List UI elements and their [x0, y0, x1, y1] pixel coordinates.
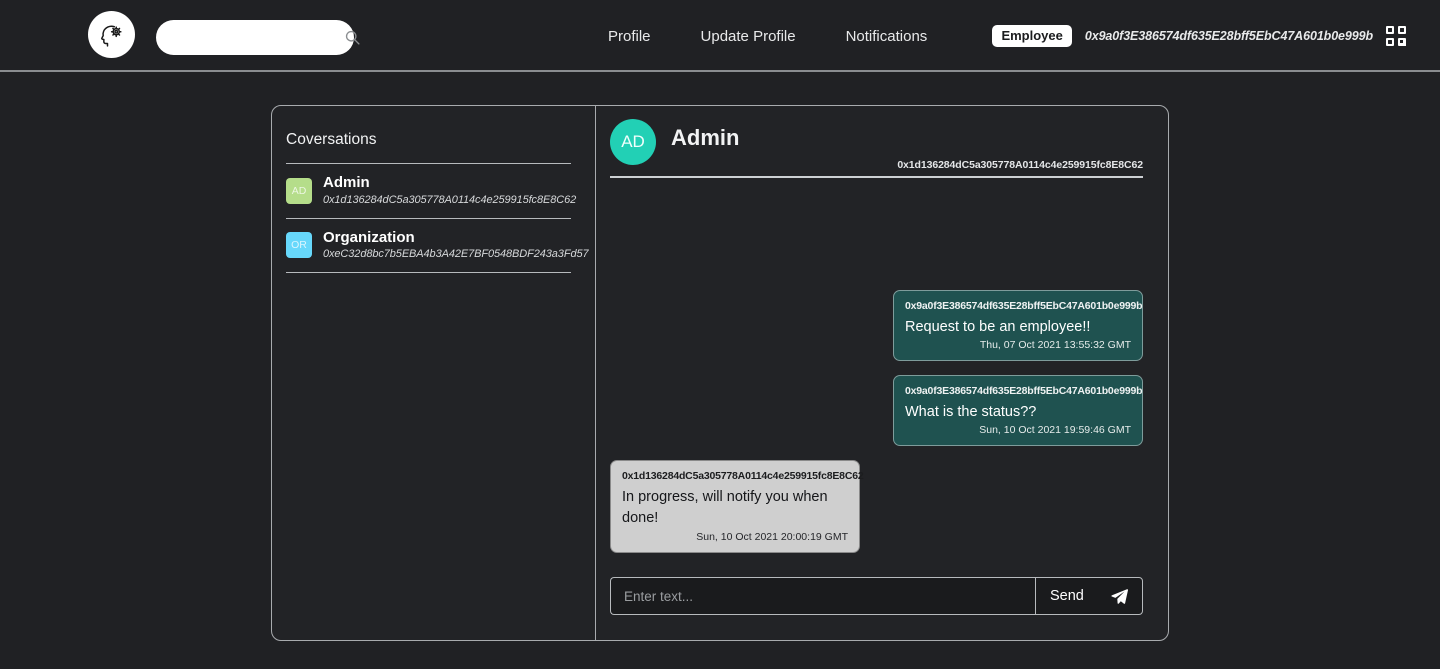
app-header: Profile Update Profile Notifications Emp…	[0, 0, 1440, 72]
message-input[interactable]	[610, 577, 1035, 615]
conversations-list: AD Admin 0x1d136284dC5a305778A0114c4e259…	[286, 163, 589, 274]
message-text: In progress, will notify you when done!	[622, 488, 828, 527]
wallet-address: 0x9a0f3E386574df635E28bff5EbC47A601b0e99…	[1084, 29, 1373, 43]
conversation-address: 0xeC32d8bc7b5EBA4b3A42E7BF0548BDF243a3Fd…	[323, 248, 589, 261]
avatar: AD	[286, 177, 312, 204]
conversation-meta: Organization 0xeC32d8bc7b5EBA4b3A42E7BF0…	[323, 228, 589, 263]
header-account-area: Employee 0x9a0f3E386574df635E28bff5EbC47…	[992, 0, 1407, 72]
conversation-item-organization[interactable]: OR Organization 0xeC32d8bc7b5EBA4b3A42E7…	[286, 217, 589, 274]
message-row: 0x1d136284dC5a305778A0114c4e259915fc8E8C…	[610, 460, 1143, 553]
conversation-item-admin[interactable]: AD Admin 0x1d136284dC5a305778A0114c4e259…	[286, 163, 577, 218]
conversation-meta: Admin 0x1d136284dC5a305778A0114c4e259915…	[323, 174, 577, 208]
chat-header: AD Admin 0x1d136284dC5a305778A0114c4e259…	[610, 106, 1143, 178]
nav-link-update-profile[interactable]: Update Profile	[701, 28, 796, 45]
nav-link-profile[interactable]: Profile	[608, 28, 651, 45]
conversations-title: Coversations	[286, 131, 377, 148]
qr-code-icon[interactable]	[1386, 25, 1407, 47]
search-icon	[344, 29, 361, 46]
conversation-address: 0x1d136284dC5a305778A0114c4e259915fc8E8C…	[323, 193, 577, 206]
send-button[interactable]: Send	[1035, 577, 1143, 615]
message-sender-address: 0x1d136284dC5a305778A0114c4e259915fc8E8C…	[622, 470, 864, 483]
app-logo[interactable]	[88, 11, 135, 58]
message-row: 0x9a0f3E386574df635E28bff5EbC47A601b0e99…	[610, 375, 1143, 447]
nav-link-notifications[interactable]: Notifications	[846, 28, 928, 45]
chat-panel: AD Admin 0x1d136284dC5a305778A0114c4e259…	[596, 106, 1168, 640]
message-bubble-incoming: 0x1d136284dC5a305778A0114c4e259915fc8E8C…	[610, 460, 864, 553]
search-input[interactable]	[168, 30, 344, 45]
main-nav: Profile Update Profile Notifications	[608, 0, 927, 72]
message-timestamp: Sun, 10 Oct 2021 20:00:19 GMT	[696, 531, 848, 544]
message-timestamp: Thu, 07 Oct 2021 13:55:32 GMT	[979, 339, 1131, 352]
message-text: Request to be an employee!!	[905, 318, 1091, 335]
avatar: OR	[286, 232, 312, 259]
message-text: What is the status??	[905, 403, 1037, 420]
conversations-panel: Coversations AD Admin 0x1d136284dC5a3057…	[272, 106, 596, 640]
role-badge: Employee	[992, 24, 1072, 48]
message-row: 0x9a0f3E386574df635E28bff5EbC47A601b0e99…	[610, 290, 1143, 362]
send-button-label: Send	[1050, 588, 1084, 604]
search-box[interactable]	[156, 20, 360, 55]
head-gear-icon	[97, 20, 127, 50]
messaging-card: Coversations AD Admin 0x1d136284dC5a3057…	[271, 105, 1169, 641]
conversation-name: Admin	[323, 174, 370, 191]
chat-header-address: 0x1d136284dC5a305778A0114c4e259915fc8E8C…	[897, 159, 1143, 171]
message-composer: Send	[610, 577, 1143, 615]
message-bubble-outgoing: 0x9a0f3E386574df635E28bff5EbC47A601b0e99…	[893, 375, 1143, 447]
message-timestamp: Sun, 10 Oct 2021 19:59:46 GMT	[979, 424, 1131, 437]
chat-title: Admin	[671, 125, 740, 150]
conversation-name: Organization	[323, 228, 415, 246]
message-list: 0x9a0f3E386574df635E28bff5EbC47A601b0e99…	[610, 178, 1143, 577]
message-sender-address: 0x9a0f3E386574df635E28bff5EbC47A601b0e99…	[905, 385, 1143, 398]
message-sender-address: 0x9a0f3E386574df635E28bff5EbC47A601b0e99…	[905, 300, 1143, 312]
paper-plane-icon	[1111, 588, 1129, 605]
avatar: AD	[610, 119, 656, 165]
message-bubble-outgoing: 0x9a0f3E386574df635E28bff5EbC47A601b0e99…	[893, 290, 1143, 362]
